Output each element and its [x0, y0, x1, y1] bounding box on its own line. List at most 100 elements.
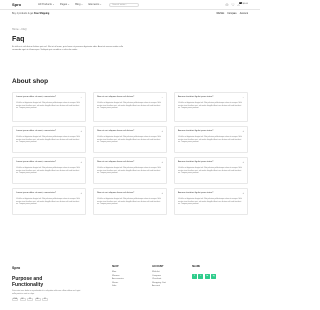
- minus-icon[interactable]: −: [242, 96, 244, 99]
- faq-answer: Ut tellus at dignissim feugiat vel. Nisi…: [178, 102, 242, 110]
- promo-highlight[interactable]: Free Shipping: [34, 13, 49, 15]
- faq-question: Lorem ipsum dolor sit amet, consectetur?: [16, 130, 57, 132]
- plus-icon[interactable]: +: [161, 161, 163, 164]
- nav-item-elements[interactable]: Elements ▾: [88, 3, 101, 6]
- cart-icon[interactable]: ⌂ 0: [237, 1, 242, 7]
- faq-item[interactable]: Nam et orci aliquam lorem vel dictum? + Ut…: [93, 188, 167, 215]
- nav-label: Pages: [59, 3, 68, 6]
- footer-col-shop: SHOP Men Women Accessories Shoes Sale: [112, 266, 124, 289]
- promo-text: Buy 4 products & get Free Shipping: [12, 13, 49, 15]
- footer-text: Duis aute irure dolor in reprehenderit i…: [12, 290, 81, 295]
- faq-question: Aenean tincidunt ligula ipsum tortor?: [178, 192, 214, 194]
- nav-item-blog[interactable]: Blog ▾: [75, 3, 82, 6]
- faq-question: Nam et orci aliquam lorem vel dictum?: [97, 192, 135, 194]
- chevron-down-icon: ▾: [100, 3, 102, 6]
- breadcrumb-current: FAQ: [21, 28, 27, 31]
- user-icon[interactable]: ⚇: [225, 3, 228, 7]
- faq-question-row[interactable]: Lorem ipsum dolor sit amet, consectetur?…: [16, 129, 82, 133]
- faq-question-row[interactable]: Nam et orci aliquam lorem vel dictum? +: [97, 191, 163, 195]
- search-input[interactable]: Search entire...: [109, 2, 140, 7]
- promo-prefix: Buy 4 products & get: [12, 13, 34, 15]
- twitter-icon[interactable]: t: [198, 274, 204, 279]
- faq-question-row[interactable]: Nam et orci aliquam lorem vel dictum? −: [97, 95, 163, 99]
- faq-item[interactable]: Lorem ipsum dolor sit amet, consectetur?…: [12, 126, 86, 153]
- faq-question: Lorem ipsum dolor sit amet, consectetur?: [16, 192, 57, 194]
- faq-item[interactable]: Aenean tincidunt ligula ipsum tortor? + Ut…: [174, 157, 248, 184]
- faq-question-row[interactable]: Aenean tincidunt ligula ipsum tortor? −: [178, 95, 244, 99]
- footer-link[interactable]: Account: [152, 285, 166, 289]
- site-logo[interactable]: Spro: [12, 2, 38, 7]
- plus-icon[interactable]: +: [80, 192, 82, 195]
- footer-link[interactable]: Sale: [112, 285, 124, 289]
- promo-bar: Buy 4 products & get Free Shipping Wishl…: [12, 12, 248, 16]
- faq-question-row[interactable]: Nam et orci aliquam lorem vel dictum? +: [97, 129, 163, 133]
- faq-item[interactable]: Lorem ipsum dolor sit amet, consectetur?…: [12, 188, 86, 215]
- faq-item[interactable]: Aenean tincidunt ligula ipsum tortor? − Ut…: [174, 92, 248, 122]
- faq-item[interactable]: Lorem ipsum dolor sit amet, consectetur?…: [12, 92, 86, 122]
- linkedin-icon[interactable]: in: [204, 274, 210, 279]
- faq-question-row[interactable]: Aenean tincidunt ligula ipsum tortor? +: [178, 129, 244, 133]
- faq-answer: Ut tellus at dignissim feugiat vel. Nisi…: [16, 198, 80, 206]
- instagram-icon[interactable]: ig: [211, 274, 217, 279]
- chevron-down-icon: ▾: [81, 3, 83, 6]
- nav-item-pages[interactable]: Pages ▾: [60, 3, 69, 6]
- chevron-down-icon: ▾: [68, 3, 70, 6]
- footer-col-title: SHOP: [112, 266, 119, 268]
- faq-question-row[interactable]: Lorem ipsum dolor sit amet, consectetur?…: [16, 95, 82, 99]
- wishlist-link[interactable]: Wishlist: [216, 13, 224, 15]
- payment-methods: VISA MC PP AE DC: [12, 298, 84, 302]
- nav-item-all-products[interactable]: All Products ▾: [38, 3, 54, 6]
- account-link[interactable]: Account: [240, 13, 248, 15]
- faq-answer: Ut tellus at dignissim feugiat vel. Nisi…: [97, 136, 161, 144]
- nav-label: Elements: [88, 3, 100, 6]
- plus-icon[interactable]: +: [242, 192, 244, 195]
- cart-count-badge: 0: [238, 1, 242, 5]
- faq-item[interactable]: Nam et orci aliquam lorem vel dictum? + Ut…: [93, 157, 167, 184]
- plus-icon[interactable]: +: [242, 130, 244, 133]
- faq-grid: Lorem ipsum dolor sit amet, consectetur?…: [12, 92, 248, 215]
- faq-item[interactable]: Lorem ipsum dolor sit amet, consectetur?…: [12, 157, 86, 184]
- faq-item[interactable]: Nam et orci aliquam lorem vel dictum? − Ut…: [93, 92, 167, 122]
- faq-question: Aenean tincidunt ligula ipsum tortor?: [178, 96, 214, 98]
- faq-item[interactable]: Aenean tincidunt ligula ipsum tortor? + Ut…: [174, 188, 248, 215]
- minus-icon[interactable]: −: [161, 96, 163, 99]
- faq-question: Aenean tincidunt ligula ipsum tortor?: [178, 161, 214, 163]
- faq-question: Lorem ipsum dolor sit amet, consectetur?: [16, 161, 57, 163]
- plus-icon[interactable]: +: [80, 161, 82, 164]
- heart-icon[interactable]: ♡: [231, 3, 234, 7]
- faq-question-row[interactable]: Aenean tincidunt ligula ipsum tortor? +: [178, 160, 244, 164]
- breadcrumb-home[interactable]: Home: [12, 28, 19, 31]
- faq-answer: Ut tellus at dignissim feugiat vel. Nisi…: [178, 167, 242, 175]
- footer-col-share: SHARE f t in ig: [192, 266, 217, 279]
- faq-answer: Ut tellus at dignissim feugiat vel. Nisi…: [16, 167, 80, 175]
- faq-item[interactable]: Aenean tincidunt ligula ipsum tortor? + Ut…: [174, 126, 248, 153]
- social-links: f t in ig: [192, 274, 217, 279]
- faq-question-row[interactable]: Lorem ipsum dolor sit amet, consectetur?…: [16, 160, 82, 164]
- footer-brand: Spro Purpose and Functionality Duis aute…: [12, 266, 84, 302]
- footer-logo[interactable]: Spro: [12, 266, 84, 270]
- faq-item[interactable]: Nam et orci aliquam lorem vel dictum? + Ut…: [93, 126, 167, 153]
- compare-link[interactable]: Compare: [227, 13, 236, 15]
- faq-question: Nam et orci aliquam lorem vel dictum?: [97, 130, 135, 132]
- plus-icon[interactable]: +: [242, 161, 244, 164]
- faq-question: Lorem ipsum dolor sit amet, consectetur?: [16, 96, 57, 98]
- footer-col-account: ACCOUNT Wishlist Compare Checkout Shoppi…: [152, 266, 166, 289]
- faq-question-row[interactable]: Lorem ipsum dolor sit amet, consectetur?…: [16, 191, 82, 195]
- faq-question: Nam et orci aliquam lorem vel dictum?: [97, 96, 135, 98]
- plus-icon[interactable]: +: [161, 192, 163, 195]
- faq-question-row[interactable]: Nam et orci aliquam lorem vel dictum? +: [97, 160, 163, 164]
- visa-icon: VISA: [12, 298, 18, 302]
- plus-icon[interactable]: +: [161, 130, 163, 133]
- chevron-right-icon: ›: [19, 28, 21, 31]
- plus-icon[interactable]: +: [80, 130, 82, 133]
- chevron-down-icon: ▾: [52, 3, 54, 6]
- facebook-icon[interactable]: f: [192, 274, 197, 279]
- paypal-icon: PP: [27, 298, 33, 302]
- minus-icon[interactable]: −: [80, 96, 82, 99]
- faq-answer: Ut tellus at dignissim feugiat vel. Nisi…: [178, 198, 242, 206]
- faq-question: Nam et orci aliquam lorem vel dictum?: [97, 161, 135, 163]
- cart-total: $0.00: [242, 3, 248, 6]
- faq-question-row[interactable]: Aenean tincidunt ligula ipsum tortor? +: [178, 191, 244, 195]
- footer-tagline: Purpose and Functionality: [12, 276, 44, 288]
- nav-label: Blog: [75, 3, 81, 6]
